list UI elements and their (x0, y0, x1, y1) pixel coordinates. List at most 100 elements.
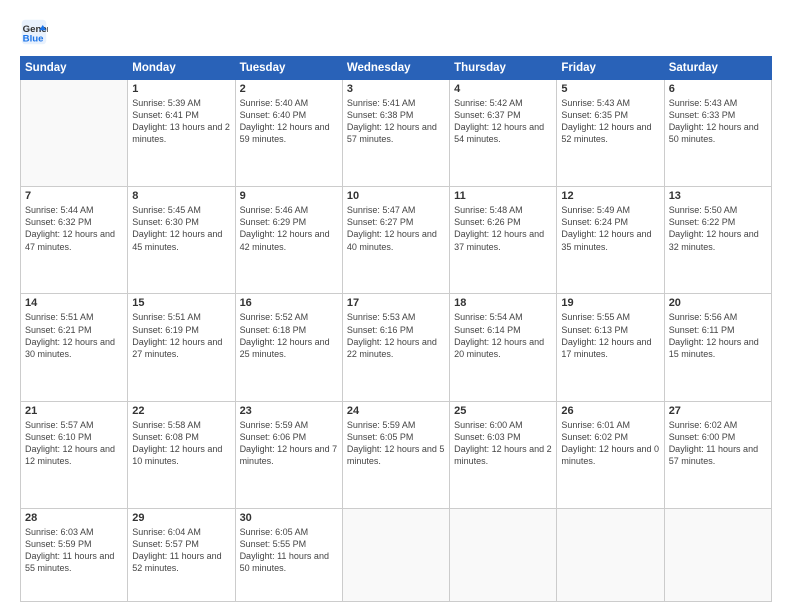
day-info: Sunrise: 5:52 AM Sunset: 6:18 PM Dayligh… (240, 311, 338, 360)
weekday-header: Sunday (21, 57, 128, 80)
day-number: 24 (347, 405, 445, 417)
day-info: Sunrise: 5:43 AM Sunset: 6:33 PM Dayligh… (669, 97, 767, 146)
weekday-header: Thursday (450, 57, 557, 80)
day-number: 12 (561, 190, 659, 202)
day-info: Sunrise: 5:54 AM Sunset: 6:14 PM Dayligh… (454, 311, 552, 360)
calendar-day-cell: 23 Sunrise: 5:59 AM Sunset: 6:06 PM Dayli… (235, 401, 342, 508)
weekday-header: Wednesday (342, 57, 449, 80)
calendar-day-cell: 25 Sunrise: 6:00 AM Sunset: 6:03 PM Dayli… (450, 401, 557, 508)
calendar-day-cell: 8 Sunrise: 5:45 AM Sunset: 6:30 PM Daylig… (128, 187, 235, 294)
calendar-week-row: 7 Sunrise: 5:44 AM Sunset: 6:32 PM Daylig… (21, 187, 772, 294)
calendar-day-cell: 13 Sunrise: 5:50 AM Sunset: 6:22 PM Dayli… (664, 187, 771, 294)
day-number: 8 (132, 190, 230, 202)
calendar-day-cell: 20 Sunrise: 5:56 AM Sunset: 6:11 PM Dayli… (664, 294, 771, 401)
day-info: Sunrise: 5:45 AM Sunset: 6:30 PM Dayligh… (132, 204, 230, 253)
calendar-day-cell (342, 508, 449, 601)
calendar-day-cell: 11Sunrise: 5:48 AM Sunset: 6:26 PM Dayli… (450, 187, 557, 294)
calendar-day-cell: 16 Sunrise: 5:52 AM Sunset: 6:18 PM Dayli… (235, 294, 342, 401)
calendar-day-cell: 18 Sunrise: 5:54 AM Sunset: 6:14 PM Dayli… (450, 294, 557, 401)
day-number: 23 (240, 405, 338, 417)
day-info: Sunrise: 5:41 AM Sunset: 6:38 PM Dayligh… (347, 97, 445, 146)
day-number: 1 (132, 83, 230, 95)
calendar-day-cell: 2Sunrise: 5:40 AM Sunset: 6:40 PM Daylig… (235, 80, 342, 187)
day-number: 21 (25, 405, 123, 417)
day-info: Sunrise: 5:43 AM Sunset: 6:35 PM Dayligh… (561, 97, 659, 146)
calendar-day-cell: 5 Sunrise: 5:43 AM Sunset: 6:35 PM Daylig… (557, 80, 664, 187)
calendar-day-cell: 30Sunrise: 6:05 AM Sunset: 5:55 PM Dayli… (235, 508, 342, 601)
day-info: Sunrise: 5:57 AM Sunset: 6:10 PM Dayligh… (25, 419, 123, 468)
day-number: 30 (240, 512, 338, 524)
day-number: 20 (669, 297, 767, 309)
calendar-week-row: 28 Sunrise: 6:03 AM Sunset: 5:59 PM Dayli… (21, 508, 772, 601)
calendar-day-cell: 29 Sunrise: 6:04 AM Sunset: 5:57 PM Dayli… (128, 508, 235, 601)
calendar-day-cell: 27 Sunrise: 6:02 AM Sunset: 6:00 PM Dayli… (664, 401, 771, 508)
calendar-day-cell (450, 508, 557, 601)
day-number: 15 (132, 297, 230, 309)
logo: General Blue (20, 18, 52, 46)
calendar-day-cell: 24 Sunrise: 5:59 AM Sunset: 6:05 PM Dayli… (342, 401, 449, 508)
calendar-header-row: SundayMondayTuesdayWednesdayThursdayFrid… (21, 57, 772, 80)
day-info: Sunrise: 5:48 AM Sunset: 6:26 PM Dayligh… (454, 204, 552, 253)
page: General Blue SundayMondayTuesdayWednesda… (0, 0, 792, 612)
calendar-day-cell: 28 Sunrise: 6:03 AM Sunset: 5:59 PM Dayli… (21, 508, 128, 601)
calendar-week-row: 14Sunrise: 5:51 AM Sunset: 6:21 PM Dayli… (21, 294, 772, 401)
day-info: Sunrise: 5:51 AM Sunset: 6:19 PM Dayligh… (132, 311, 230, 360)
calendar-day-cell: 21 Sunrise: 5:57 AM Sunset: 6:10 PM Dayli… (21, 401, 128, 508)
day-info: Sunrise: 6:02 AM Sunset: 6:00 PM Dayligh… (669, 419, 767, 468)
day-info: Sunrise: 6:00 AM Sunset: 6:03 PM Dayligh… (454, 419, 552, 468)
calendar-day-cell (557, 508, 664, 601)
day-number: 6 (669, 83, 767, 95)
calendar-day-cell: 26Sunrise: 6:01 AM Sunset: 6:02 PM Dayli… (557, 401, 664, 508)
calendar-day-cell: 15 Sunrise: 5:51 AM Sunset: 6:19 PM Dayli… (128, 294, 235, 401)
day-info: Sunrise: 5:40 AM Sunset: 6:40 PM Dayligh… (240, 97, 338, 146)
weekday-header: Tuesday (235, 57, 342, 80)
day-info: Sunrise: 5:59 AM Sunset: 6:06 PM Dayligh… (240, 419, 338, 468)
calendar-day-cell: 1Sunrise: 5:39 AM Sunset: 6:41 PM Daylig… (128, 80, 235, 187)
day-info: Sunrise: 6:01 AM Sunset: 6:02 PM Dayligh… (561, 419, 659, 468)
day-info: Sunrise: 5:44 AM Sunset: 6:32 PM Dayligh… (25, 204, 123, 253)
calendar-day-cell: 4 Sunrise: 5:42 AM Sunset: 6:37 PM Daylig… (450, 80, 557, 187)
day-info: Sunrise: 6:03 AM Sunset: 5:59 PM Dayligh… (25, 526, 123, 575)
day-info: Sunrise: 5:46 AM Sunset: 6:29 PM Dayligh… (240, 204, 338, 253)
day-info: Sunrise: 5:56 AM Sunset: 6:11 PM Dayligh… (669, 311, 767, 360)
day-number: 7 (25, 190, 123, 202)
calendar-day-cell: 19Sunrise: 5:55 AM Sunset: 6:13 PM Dayli… (557, 294, 664, 401)
calendar-day-cell: 14Sunrise: 5:51 AM Sunset: 6:21 PM Dayli… (21, 294, 128, 401)
day-number: 9 (240, 190, 338, 202)
day-info: Sunrise: 5:42 AM Sunset: 6:37 PM Dayligh… (454, 97, 552, 146)
day-number: 27 (669, 405, 767, 417)
calendar-day-cell: 7 Sunrise: 5:44 AM Sunset: 6:32 PM Daylig… (21, 187, 128, 294)
weekday-header: Friday (557, 57, 664, 80)
day-info: Sunrise: 5:49 AM Sunset: 6:24 PM Dayligh… (561, 204, 659, 253)
day-number: 16 (240, 297, 338, 309)
day-info: Sunrise: 6:04 AM Sunset: 5:57 PM Dayligh… (132, 526, 230, 575)
day-number: 5 (561, 83, 659, 95)
day-info: Sunrise: 5:59 AM Sunset: 6:05 PM Dayligh… (347, 419, 445, 468)
svg-text:Blue: Blue (23, 34, 44, 45)
day-number: 17 (347, 297, 445, 309)
day-number: 28 (25, 512, 123, 524)
calendar-week-row: 1Sunrise: 5:39 AM Sunset: 6:41 PM Daylig… (21, 80, 772, 187)
calendar-day-cell: 10Sunrise: 5:47 AM Sunset: 6:27 PM Dayli… (342, 187, 449, 294)
day-info: Sunrise: 5:58 AM Sunset: 6:08 PM Dayligh… (132, 419, 230, 468)
day-number: 4 (454, 83, 552, 95)
weekday-header: Monday (128, 57, 235, 80)
day-number: 29 (132, 512, 230, 524)
calendar-day-cell (664, 508, 771, 601)
day-info: Sunrise: 5:51 AM Sunset: 6:21 PM Dayligh… (25, 311, 123, 360)
day-number: 18 (454, 297, 552, 309)
day-number: 25 (454, 405, 552, 417)
calendar-day-cell (21, 80, 128, 187)
calendar-day-cell: 17 Sunrise: 5:53 AM Sunset: 6:16 PM Dayli… (342, 294, 449, 401)
day-number: 22 (132, 405, 230, 417)
day-number: 13 (669, 190, 767, 202)
day-info: Sunrise: 5:47 AM Sunset: 6:27 PM Dayligh… (347, 204, 445, 253)
calendar-day-cell: 3Sunrise: 5:41 AM Sunset: 6:38 PM Daylig… (342, 80, 449, 187)
day-info: Sunrise: 5:55 AM Sunset: 6:13 PM Dayligh… (561, 311, 659, 360)
day-info: Sunrise: 5:50 AM Sunset: 6:22 PM Dayligh… (669, 204, 767, 253)
logo-icon: General Blue (20, 18, 48, 46)
weekday-header: Saturday (664, 57, 771, 80)
header: General Blue (20, 18, 772, 46)
calendar-week-row: 21 Sunrise: 5:57 AM Sunset: 6:10 PM Dayli… (21, 401, 772, 508)
day-info: Sunrise: 5:53 AM Sunset: 6:16 PM Dayligh… (347, 311, 445, 360)
